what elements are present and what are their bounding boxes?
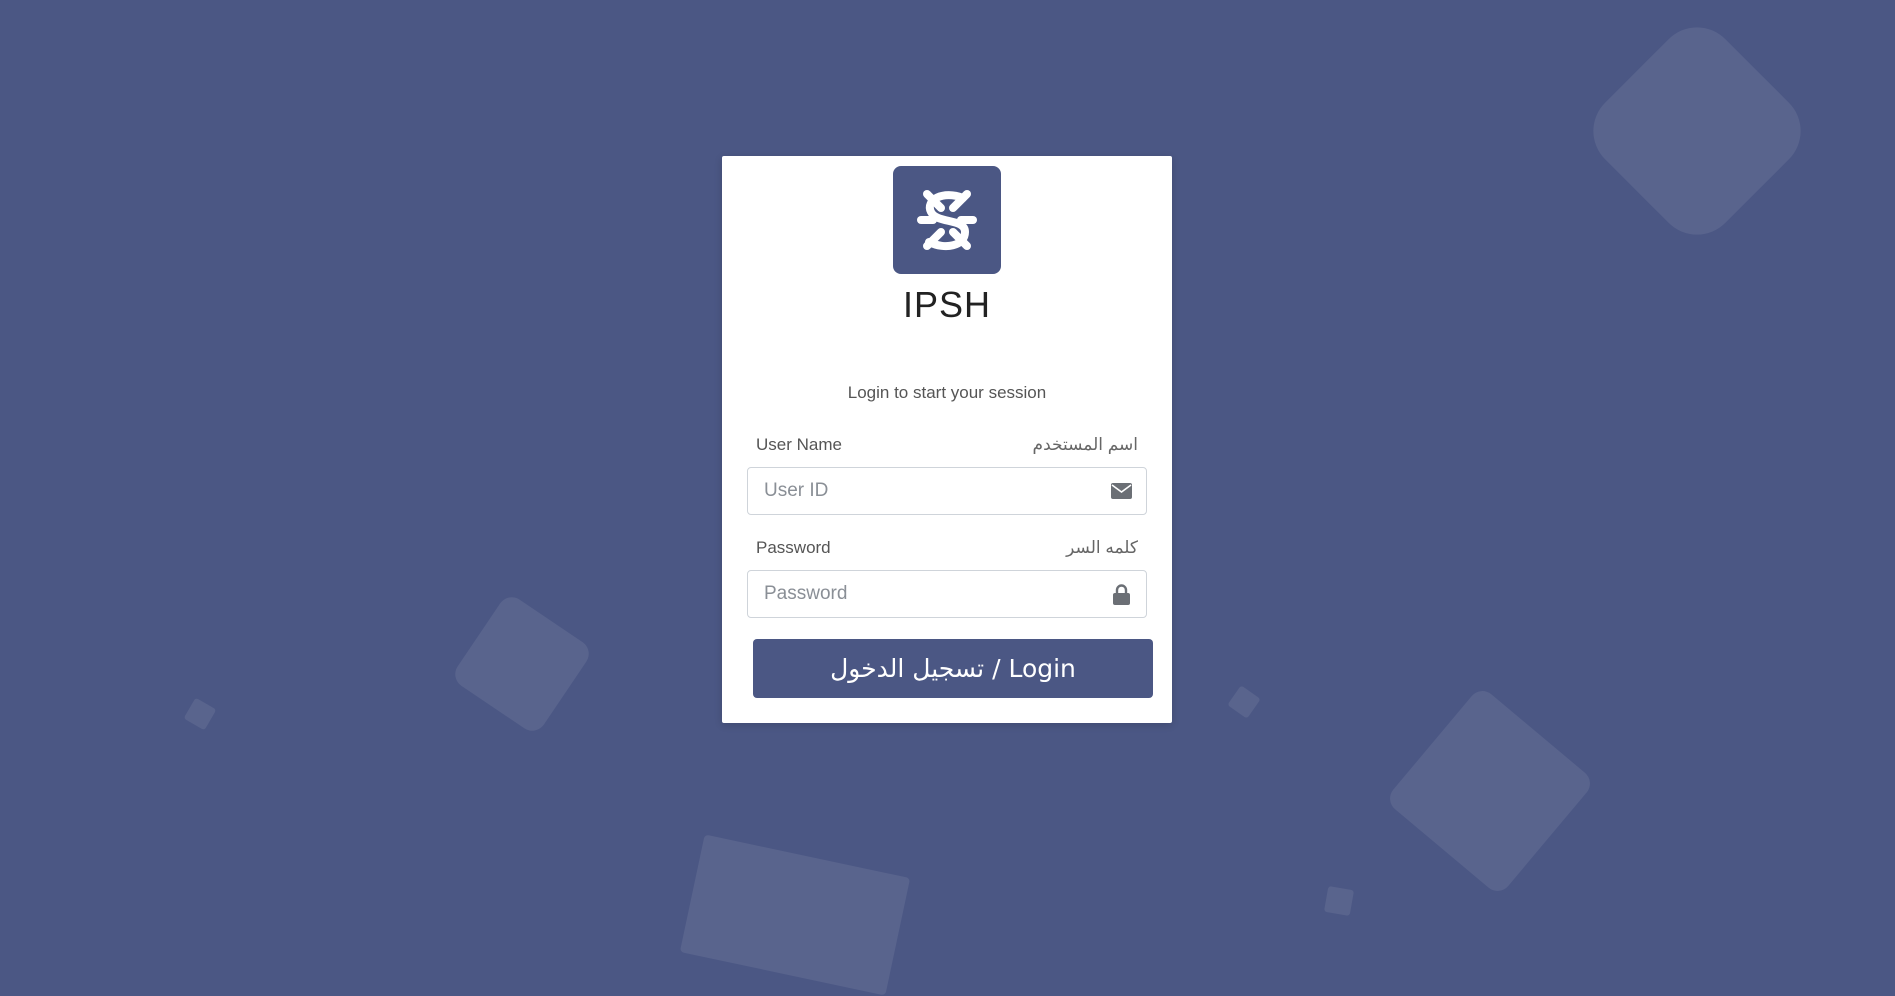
lock-icon xyxy=(1110,583,1132,605)
login-card: IPSH Login to start your session User Na… xyxy=(722,156,1172,723)
login-subtitle: Login to start your session xyxy=(847,383,1047,402)
username-field-wrapper xyxy=(747,467,1147,515)
brand-name: IPSH xyxy=(902,284,992,325)
password-label: Password xyxy=(756,538,831,557)
login-button[interactable]: تسجيل الدخول / Login xyxy=(753,639,1153,698)
background-shape xyxy=(449,591,595,737)
background-shape xyxy=(1323,885,1355,917)
background-shape xyxy=(183,697,217,731)
username-input[interactable] xyxy=(762,468,1096,514)
background-shape xyxy=(1576,10,1818,252)
username-label-row: User Name اسم المستخدم xyxy=(756,435,1138,455)
background-shape xyxy=(1384,685,1596,897)
background-shape xyxy=(679,834,911,996)
password-input[interactable] xyxy=(762,571,1096,617)
password-label-row: Password كلمه السر xyxy=(756,538,1138,558)
envelope-icon xyxy=(1110,480,1132,502)
password-field-wrapper xyxy=(747,570,1147,618)
password-label-arabic: كلمه السر xyxy=(1066,538,1138,557)
ipsh-knot-logo-icon xyxy=(893,166,1001,274)
username-label: User Name xyxy=(756,435,842,454)
username-label-arabic: اسم المستخدم xyxy=(1032,435,1138,454)
background-shape xyxy=(1227,685,1261,719)
